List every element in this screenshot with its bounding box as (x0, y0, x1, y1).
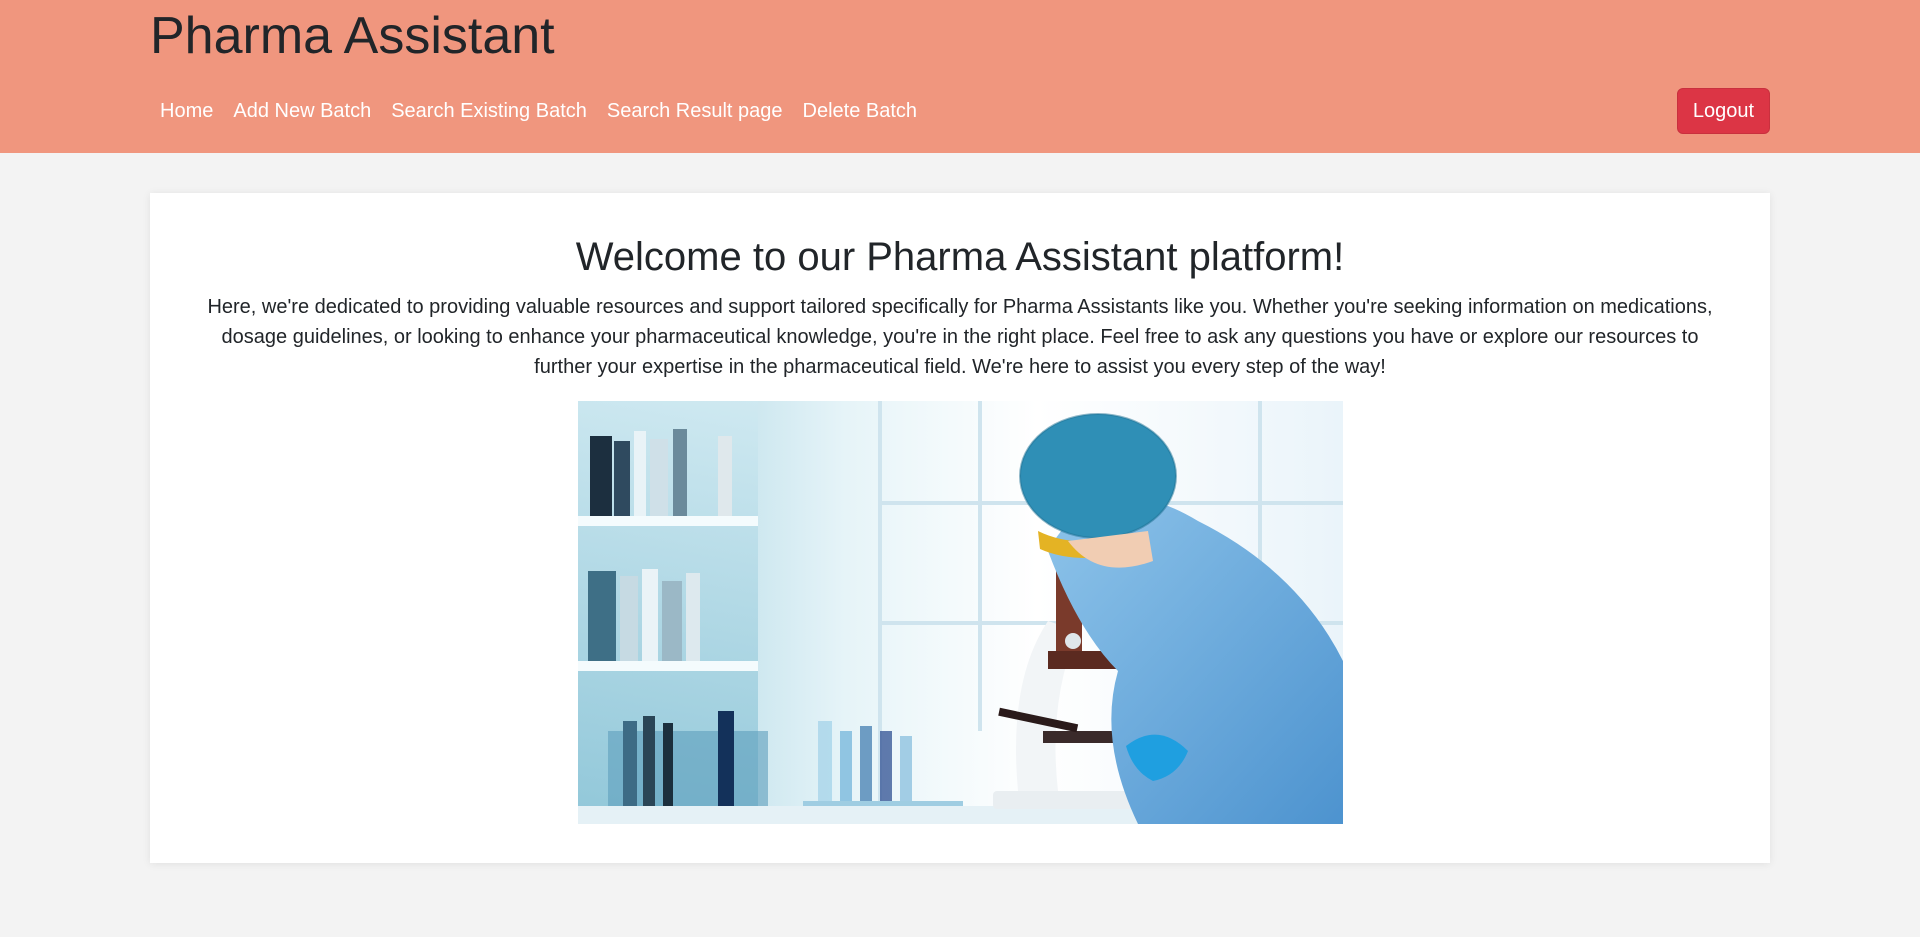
top-header: Pharma Assistant Home Add New Batch Sear… (0, 0, 1920, 153)
nav-item-home[interactable]: Home (150, 94, 223, 128)
brand-title: Pharma Assistant (150, 7, 555, 65)
nav-item-add-new-batch[interactable]: Add New Batch (223, 94, 381, 128)
nav-item-search-result-page[interactable]: Search Result page (597, 94, 793, 128)
welcome-card: Welcome to our Pharma Assistant platform… (150, 193, 1770, 863)
main-nav: Home Add New Batch Search Existing Batch… (150, 94, 927, 128)
welcome-heading: Welcome to our Pharma Assistant platform… (575, 235, 1345, 279)
welcome-intro-text: Here, we're dedicated to providing valua… (207, 296, 1713, 378)
nav-item-search-existing-batch[interactable]: Search Existing Batch (381, 94, 597, 128)
nav-item-delete-batch[interactable]: Delete Batch (793, 94, 928, 128)
lab-scientist-illustration (578, 401, 1343, 824)
logout-button[interactable]: Logout (1677, 88, 1770, 134)
lab-hero-image (578, 401, 1343, 824)
